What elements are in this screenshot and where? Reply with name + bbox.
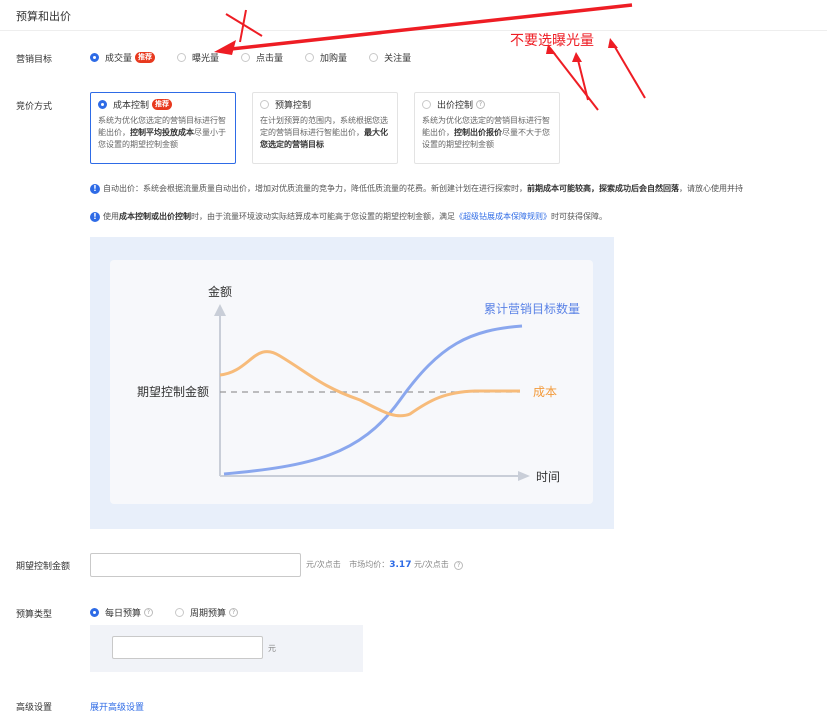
bid-method-label: 竞价方式 — [16, 102, 53, 112]
market-price-unit: 元/次点击 — [414, 560, 449, 569]
budget-option-period[interactable]: 周期预算 ? — [175, 606, 239, 619]
x-axis-label: 时间 — [536, 470, 560, 484]
bid-card-desc: 在计划预算的范围内，系统根据您选定的营销目标进行智能出价，最大化您选定的营销目标 — [260, 116, 388, 149]
goal-option-add-cart[interactable]: 加购量 — [305, 51, 347, 64]
info-cost-guarantee: ! 使用 成本控制或出价控制 时，由于流量环境波动实际结算成本可能高于您设置的期望控… — [90, 211, 607, 222]
target-series-label: 累计营销目标数量 — [484, 301, 580, 316]
radio-icon — [305, 53, 315, 62]
divider — [0, 30, 827, 31]
annotation-cross — [225, 9, 263, 43]
budget-amount-input[interactable] — [112, 636, 263, 659]
bid-card-budget-control[interactable]: 预算控制 在计划预算的范围内，系统根据您选定的营销目标进行智能出价，最大化您选定… — [252, 92, 398, 164]
goal-option-clicks[interactable]: 点击量 — [241, 51, 283, 64]
goal-option-follows[interactable]: 关注量 — [369, 51, 411, 64]
marketing-goal-label: 营销目标 — [16, 55, 53, 65]
y-axis-arrow — [214, 304, 226, 316]
reference-label: 期望控制金额 — [137, 384, 209, 399]
help-icon[interactable]: ? — [454, 561, 464, 570]
recommend-badge: 推荐 — [152, 99, 173, 110]
info-icon: ! — [90, 211, 100, 222]
bid-illustration-chart: 金额 时间 期望控制金额 累计营销目标数量 成本 — [137, 284, 580, 484]
target-curve — [223, 324, 523, 476]
recommend-badge: 推荐 — [135, 52, 156, 63]
market-price-value: 3.17 — [389, 560, 412, 570]
y-axis-label: 金额 — [208, 284, 232, 299]
radio-selected-icon — [98, 100, 107, 109]
annotation-arrow-main — [221, 3, 633, 52]
expand-advanced-link[interactable]: 展开高级设置 — [90, 700, 144, 713]
budget-option-daily[interactable]: 每日预算 ? — [90, 606, 154, 619]
cost-series-label: 成本 — [533, 385, 557, 399]
market-price-label: 市场均价： — [349, 560, 390, 569]
annotation-text: 不要选曝光量 — [510, 33, 594, 49]
budget-type-label: 预算类型 — [16, 610, 53, 620]
annotation-arrow-3 — [611, 41, 646, 99]
radio-selected-icon — [90, 608, 99, 617]
bid-card-cost-control[interactable]: 成本控制 推荐 系统为优化您选定的营销目标进行智能出价，控制平均投放成本尽量小于… — [90, 92, 236, 164]
amount-unit: 元/次点击 — [306, 560, 341, 569]
section-title: 预算和出价 — [16, 10, 71, 23]
radio-icon — [177, 53, 187, 62]
guarantee-rules-link[interactable]: 《超级钻展成本保障规则》 — [455, 211, 551, 222]
radio-icon — [175, 608, 185, 617]
info-auto-bid: ! 自动出价：系统会根据流量质量自动出价，增加对优质流量的竞争力，降低低质流量的… — [90, 183, 743, 194]
help-icon[interactable]: ? — [144, 608, 154, 617]
expected-amount-input[interactable] — [90, 553, 301, 577]
budget-type-options: 每日预算 ? 周期预算 ? — [90, 606, 260, 619]
marketing-goal-options: 成交量 推荐 曝光量 点击量 加购量 关注量 — [90, 51, 433, 64]
advanced-label: 高级设置 — [16, 703, 53, 713]
radio-icon — [422, 100, 431, 109]
bid-card-desc: 系统为优化您选定的营销目标进行智能出价，控制平均投放成本尽量小于您设置的期望控制… — [98, 116, 226, 149]
info-icon: ! — [90, 183, 100, 194]
bid-card-desc: 系统为优化您选定的营销目标进行智能出价，控制出价报价尽量不大于您设置的期望控制金… — [422, 116, 550, 149]
help-icon[interactable]: ? — [476, 100, 486, 109]
expected-amount-meta: 元/次点击 市场均价：3.17 元/次点击 ? — [306, 559, 464, 570]
radio-icon — [369, 53, 379, 62]
radio-icon — [260, 100, 269, 109]
bid-card-bid-control[interactable]: 出价控制 ? 系统为优化您选定的营销目标进行智能出价，控制出价报价尽量不大于您设… — [414, 92, 560, 164]
help-icon[interactable]: ? — [229, 608, 239, 617]
annotation-arrow-2 — [576, 55, 589, 101]
cost-curve — [219, 350, 520, 418]
budget-unit: 元 — [268, 644, 276, 653]
radio-icon — [241, 53, 251, 62]
x-axis-arrow — [518, 471, 530, 481]
expected-amount-label: 期望控制金额 — [16, 562, 71, 572]
radio-selected-icon — [90, 53, 99, 62]
goal-option-deals[interactable]: 成交量 推荐 — [90, 51, 156, 64]
goal-option-exposure[interactable]: 曝光量 — [177, 51, 219, 64]
